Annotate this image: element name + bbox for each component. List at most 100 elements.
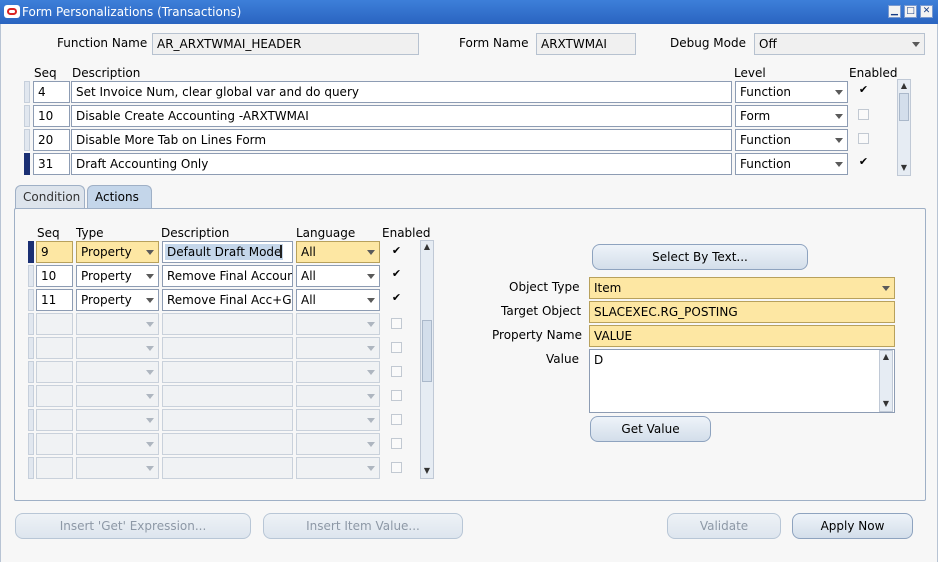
scroll-down-icon[interactable]: ▼ xyxy=(898,162,910,174)
rule-row-indicator[interactable] xyxy=(24,129,30,151)
action-enabled-checkbox[interactable] xyxy=(391,318,402,329)
action-language-select[interactable] xyxy=(296,409,380,431)
action-enabled-checkbox[interactable] xyxy=(391,342,402,353)
action-language-select[interactable]: All xyxy=(296,265,380,287)
value-textarea[interactable]: D xyxy=(589,349,895,413)
scroll-up-icon[interactable]: ▲ xyxy=(421,241,433,253)
validate-button[interactable]: Validate xyxy=(667,513,781,539)
close-icon[interactable]: ✕ xyxy=(920,5,933,18)
action-seq-field[interactable]: 9 xyxy=(36,241,73,263)
scroll-down-icon[interactable]: ▼ xyxy=(421,465,433,477)
action-seq-field[interactable]: 10 xyxy=(36,265,73,287)
action-type-select[interactable] xyxy=(76,409,159,431)
select-by-text-button[interactable]: Select By Text... xyxy=(592,244,808,270)
action-seq-field[interactable] xyxy=(36,337,73,359)
action-description-field[interactable]: Default Draft Mode xyxy=(162,241,293,263)
action-type-select[interactable] xyxy=(76,337,159,359)
rule-description-field[interactable]: Set Invoice Num, clear global var and do… xyxy=(71,81,732,103)
scroll-down-icon[interactable]: ▼ xyxy=(880,398,892,410)
action-row-indicator[interactable] xyxy=(28,313,34,335)
action-row-indicator[interactable] xyxy=(28,385,34,407)
action-description-field[interactable] xyxy=(162,433,293,455)
insert-get-expression-button[interactable]: Insert 'Get' Expression... xyxy=(15,513,251,539)
action-enabled-checkbox[interactable] xyxy=(391,390,402,401)
property-name-field[interactable]: VALUE xyxy=(589,325,895,347)
action-language-select[interactable] xyxy=(296,385,380,407)
tab-condition[interactable]: Condition xyxy=(15,185,85,209)
rule-enabled-checkbox[interactable]: ✔ xyxy=(858,156,869,168)
target-object-field[interactable]: SLACEXEC.RG_POSTING xyxy=(589,301,895,323)
debug-mode-select[interactable]: Off xyxy=(754,33,925,55)
action-row-indicator[interactable] xyxy=(28,337,34,359)
action-description-field[interactable] xyxy=(162,385,293,407)
rule-enabled-checkbox[interactable]: ✔ xyxy=(858,84,869,96)
action-seq-field[interactable]: 11 xyxy=(36,289,73,311)
action-type-select[interactable] xyxy=(76,457,159,479)
action-seq-field[interactable] xyxy=(36,361,73,383)
action-description-field[interactable] xyxy=(162,361,293,383)
action-language-select[interactable]: All xyxy=(296,289,380,311)
object-type-select[interactable]: Item xyxy=(589,277,895,299)
action-enabled-checkbox[interactable] xyxy=(391,414,402,425)
function-name-field[interactable]: AR_ARXTWMAI_HEADER xyxy=(152,33,419,55)
rule-level-select[interactable]: Form xyxy=(735,105,848,127)
rule-seq-field[interactable]: 10 xyxy=(33,105,70,127)
action-language-select[interactable]: All xyxy=(296,241,380,263)
action-description-field[interactable] xyxy=(162,313,293,335)
rule-seq-field[interactable]: 20 xyxy=(33,129,70,151)
rule-description-field[interactable]: Disable More Tab on Lines Form xyxy=(71,129,732,151)
scroll-up-icon[interactable]: ▲ xyxy=(880,351,892,363)
action-type-select[interactable] xyxy=(76,313,159,335)
rule-enabled-checkbox[interactable] xyxy=(858,133,869,144)
action-type-select[interactable] xyxy=(76,385,159,407)
scroll-up-icon[interactable]: ▲ xyxy=(898,80,910,92)
action-description-field[interactable] xyxy=(162,457,293,479)
action-enabled-checkbox[interactable] xyxy=(391,462,402,473)
rule-row-indicator[interactable] xyxy=(24,81,30,103)
rule-level-select[interactable]: Function xyxy=(735,153,848,175)
action-row-indicator[interactable] xyxy=(28,433,34,455)
rule-enabled-checkbox[interactable] xyxy=(858,109,869,120)
rule-seq-field[interactable]: 4 xyxy=(33,81,70,103)
scroll-thumb[interactable] xyxy=(422,320,432,382)
rule-row-indicator[interactable] xyxy=(24,105,30,127)
action-description-field[interactable] xyxy=(162,337,293,359)
action-enabled-checkbox[interactable] xyxy=(391,366,402,377)
apply-now-button[interactable]: Apply Now xyxy=(792,513,913,539)
form-name-field[interactable]: ARXTWMAI xyxy=(536,33,636,55)
rule-description-field[interactable]: Disable Create Accounting -ARXTWMAI xyxy=(71,105,732,127)
action-type-select[interactable]: Property xyxy=(76,265,159,287)
rule-seq-field[interactable]: 31 xyxy=(33,153,70,175)
action-description-field[interactable]: Remove Final Acc+GL xyxy=(162,289,293,311)
action-enabled-checkbox[interactable]: ✔ xyxy=(391,268,402,280)
action-description-field[interactable]: Remove Final Account xyxy=(162,265,293,287)
minimize-icon[interactable]: ▁ xyxy=(888,5,901,18)
action-seq-field[interactable] xyxy=(36,457,73,479)
action-row-indicator[interactable] xyxy=(28,457,34,479)
action-language-select[interactable] xyxy=(296,361,380,383)
action-seq-field[interactable] xyxy=(36,409,73,431)
action-type-select[interactable] xyxy=(76,361,159,383)
action-description-field[interactable] xyxy=(162,409,293,431)
action-row-indicator-current[interactable] xyxy=(28,241,34,263)
action-language-select[interactable] xyxy=(296,457,380,479)
action-language-select[interactable] xyxy=(296,433,380,455)
maximize-icon[interactable]: □ xyxy=(904,5,917,18)
rule-level-select[interactable]: Function xyxy=(735,129,848,151)
action-type-select[interactable]: Property xyxy=(76,241,159,263)
action-enabled-checkbox[interactable] xyxy=(391,438,402,449)
scroll-thumb[interactable] xyxy=(899,93,909,121)
window-titlebar[interactable]: Form Personalizations (Transactions) ▁ □… xyxy=(0,0,938,24)
rule-description-field[interactable]: Draft Accounting Only xyxy=(71,153,732,175)
action-language-select[interactable] xyxy=(296,337,380,359)
rule-row-indicator-current[interactable] xyxy=(24,153,30,175)
action-type-select[interactable] xyxy=(76,433,159,455)
action-row-indicator[interactable] xyxy=(28,265,34,287)
action-seq-field[interactable] xyxy=(36,433,73,455)
action-seq-field[interactable] xyxy=(36,313,73,335)
action-seq-field[interactable] xyxy=(36,385,73,407)
action-enabled-checkbox[interactable]: ✔ xyxy=(391,292,402,304)
insert-item-value-button[interactable]: Insert Item Value... xyxy=(263,513,463,539)
rule-level-select[interactable]: Function xyxy=(735,81,848,103)
action-type-select[interactable]: Property xyxy=(76,289,159,311)
